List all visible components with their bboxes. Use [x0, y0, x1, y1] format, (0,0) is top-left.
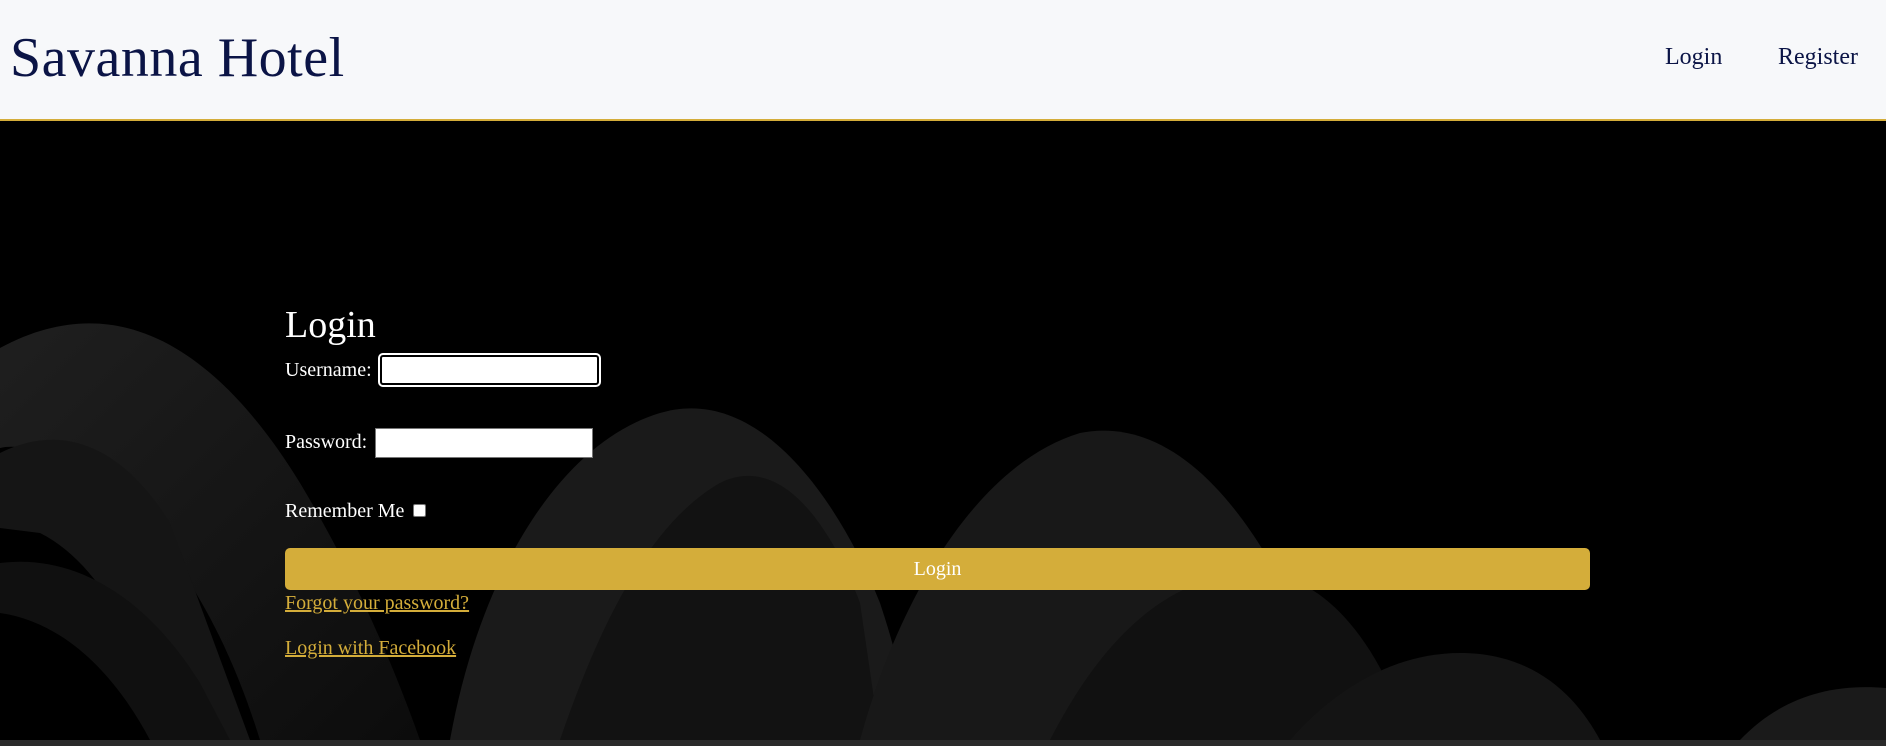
bottom-bar: [0, 740, 1886, 746]
remember-me-label: Remember Me: [285, 500, 405, 522]
login-title: Login: [285, 304, 376, 346]
username-input[interactable]: [378, 353, 601, 387]
nav-register-link[interactable]: Register: [1778, 44, 1858, 71]
site-header: Savanna Hotel Login Register: [0, 0, 1886, 121]
login-section: [0, 123, 1886, 740]
nav-login-link[interactable]: Login: [1665, 44, 1722, 71]
username-label: Username:: [285, 359, 372, 381]
password-label: Password:: [285, 431, 368, 453]
password-input[interactable]: [375, 428, 593, 458]
forgot-password-link[interactable]: Forgot your password?: [285, 592, 469, 615]
background-ribbons-art: [0, 323, 1886, 740]
site-brand[interactable]: Savanna Hotel: [10, 26, 345, 90]
login-submit-button[interactable]: Login: [285, 548, 1590, 590]
facebook-login-link[interactable]: Login with Facebook: [285, 637, 456, 660]
remember-me-checkbox[interactable]: [413, 504, 426, 517]
